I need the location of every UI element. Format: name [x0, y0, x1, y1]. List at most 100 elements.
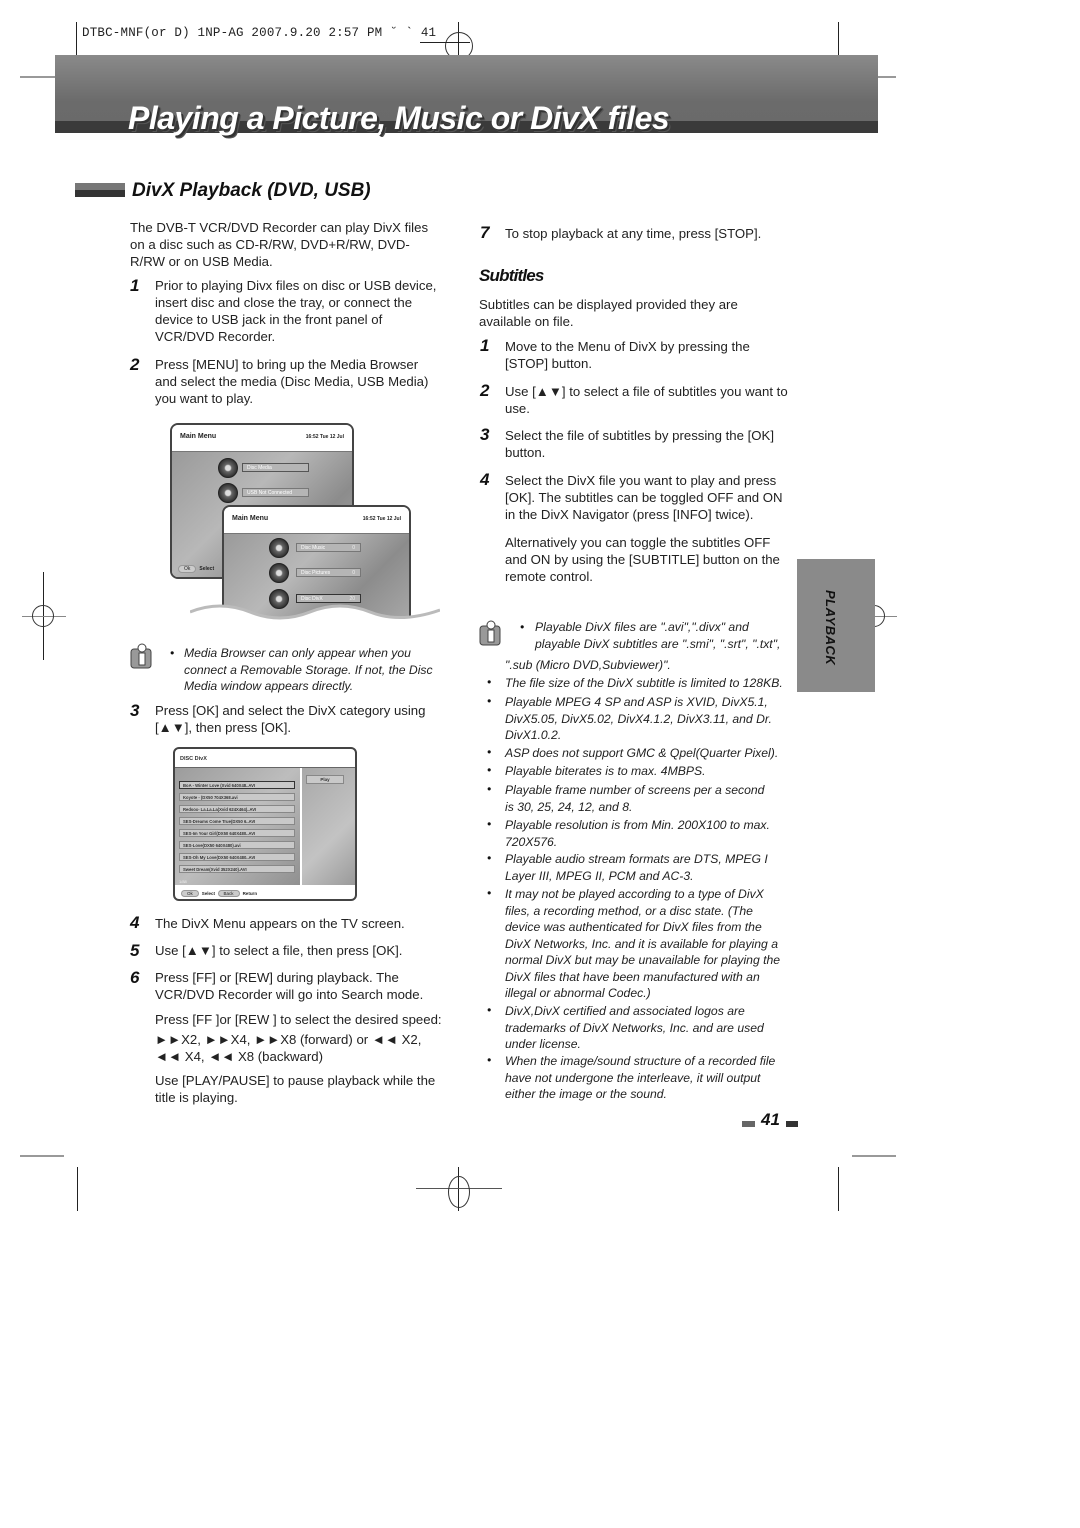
footer-label: Select: [201, 891, 216, 896]
step-number: 3: [480, 425, 490, 444]
note-text: Playable frame number of screens per a s…: [505, 783, 765, 814]
registration-mark-icon: [448, 1176, 470, 1208]
disc-icon: [218, 458, 238, 478]
pictures-icon: [269, 563, 289, 583]
step-text: Press [MENU] to bring up the Media Brows…: [155, 357, 429, 406]
menu-item-disc-music[interactable]: Disc Music 0: [296, 543, 361, 552]
note-text: The file size of the DivX subtitle is li…: [505, 676, 783, 690]
bullet: •: [487, 745, 492, 759]
bullet: •: [487, 782, 492, 796]
step-text: Use [PLAY/PAUSE] to pause playback while…: [155, 1073, 436, 1105]
footer-label: Select: [199, 566, 215, 572]
screen-time: 16:52 Tue 12 Jul: [362, 516, 401, 522]
subsection-intro: Subtitles can be displayed provided they…: [479, 297, 738, 329]
file-item[interactable]: SES-Im Your Girl(DX50 640X480..AVI: [179, 829, 295, 837]
ok-button[interactable]: Ok: [178, 565, 197, 573]
step-number: 1: [480, 336, 490, 355]
crop-mark: [20, 1155, 64, 1157]
back-button[interactable]: Back: [217, 890, 240, 897]
note-text: When the image/sound structure of a reco…: [505, 1054, 776, 1101]
note-text: It may not be played according to a type…: [505, 887, 781, 1000]
alt-text: Alternatively you can toggle the subtitl…: [505, 535, 780, 584]
crop-mark: [838, 1167, 839, 1211]
screen-time: 16:52 Tue 12 Jul: [305, 434, 344, 440]
step-number: 2: [480, 381, 490, 400]
step-text: To stop playback at any time, press [STO…: [505, 226, 762, 241]
registration-mark-icon: [32, 605, 54, 627]
step-number: 4: [130, 913, 140, 932]
info-icon: [130, 643, 152, 669]
footer-label: Return: [242, 891, 258, 896]
file-item[interactable]: BoA - Winter Love (Xvid 640X48..AVI: [179, 781, 295, 789]
bullet: •: [487, 817, 492, 831]
step-text: Move to the Menu of DivX by pressing the…: [505, 339, 750, 371]
section-marker: [75, 183, 125, 197]
note-text: DivX,DivX certified and associated logos…: [505, 1004, 764, 1051]
file-item[interactable]: Redsox- La.La.La(Xvid 624X464)..AVI: [179, 805, 295, 813]
file-item[interactable]: SES-Oh My Love(DX50 640X480..AVI: [179, 853, 295, 861]
torn-edge: [190, 604, 440, 628]
note-text: ".sub (Micro DVD,Subviewer)".: [505, 658, 671, 672]
note-text: Playable audio stream formats are DTS, M…: [505, 852, 768, 883]
note-text: Playable biterates is to max. 4MBPS.: [505, 764, 706, 778]
page-title: Playing a Picture, Music or DivX files: [128, 100, 670, 136]
step-text: Select the DivX file you want to play an…: [505, 473, 783, 522]
bullet: •: [487, 1053, 492, 1067]
step-text: Use [▲▼] to select a file, then press [O…: [155, 943, 403, 958]
slug-underline: [420, 42, 470, 43]
intro-paragraph: The DVB-T VCR/DVD Recorder can play DivX…: [130, 220, 429, 269]
step-number: 5: [130, 941, 140, 960]
file-item[interactable]: Sweet Dream(Xvid 352X240).AVI: [179, 865, 295, 873]
page-indicator: 1/88: [179, 879, 187, 884]
screen-footer: Ok Select Back Return: [181, 890, 257, 897]
menu-item-disc-pictures[interactable]: Disc Pictures 0: [296, 568, 361, 577]
step-text: The DivX Menu appears on the TV screen.: [155, 916, 405, 931]
section-title: DivX Playback (DVD, USB): [132, 180, 371, 201]
menu-item-usb[interactable]: USB Not Connected: [242, 488, 309, 497]
file-item[interactable]: SES-Love(DX50 640X480).avi: [179, 841, 295, 849]
page-number: 41: [761, 1110, 780, 1129]
crop-mark: [77, 1167, 78, 1211]
step-text: Prior to playing Divx files on disc or U…: [155, 278, 437, 344]
bullet: •: [487, 1003, 492, 1017]
bullet: •: [487, 694, 492, 708]
side-tab-label: PLAYBACK: [823, 590, 838, 666]
menu-item-count: 0: [352, 570, 355, 576]
menu-item-label: Disc Pictures: [301, 570, 331, 576]
note-text: Media Browser can only appear when you c…: [184, 646, 433, 693]
step-text: Press [OK] and select the DivX category …: [155, 703, 426, 735]
step-text: Use [▲▼] to select a file of subtitles y…: [505, 384, 788, 416]
menu-item-label: Disc Music: [301, 545, 326, 551]
file-item[interactable]: Koyote - (DX50 704X368.avi: [179, 793, 295, 801]
screen-title: DISC DivX: [180, 756, 207, 762]
step-number: 6: [130, 968, 140, 987]
note-text: Playable resolution is from Min. 200X100…: [505, 818, 770, 849]
menu-item-disc-media[interactable]: Disc Media: [242, 463, 309, 472]
screen-footer: Ok Select: [178, 565, 214, 573]
step-text: Press [FF ]or [REW ] to select the desir…: [155, 1012, 442, 1027]
menu-item-count: 0: [352, 545, 355, 551]
step-text: Select the file of subtitles by pressing…: [505, 428, 775, 460]
screen-title: Main Menu: [232, 515, 269, 522]
bullet: •: [487, 886, 492, 900]
page-number-bar: [786, 1121, 798, 1127]
bullet: •: [520, 620, 525, 634]
step-number: 1: [130, 276, 140, 295]
file-list: BoA - Winter Love (Xvid 640X48..AVI Koyo…: [175, 768, 300, 885]
play-button[interactable]: Play: [306, 775, 344, 784]
step-number: 4: [480, 470, 490, 489]
bullet: •: [170, 646, 175, 660]
info-icon: [479, 620, 501, 646]
bullet: •: [487, 763, 492, 777]
note-text: Playable DivX files are ".avi",".divx" a…: [535, 620, 781, 651]
step-text: Press [FF] or [REW] during playback. The…: [155, 970, 424, 1002]
bullet: •: [487, 675, 492, 689]
ok-button[interactable]: Ok: [181, 890, 199, 897]
note-text: Playable MPEG 4 SP and ASP is XVID, DivX…: [505, 695, 772, 742]
step-text: ►►X2, ►►X4, ►►X8 (forward) or ◄◄ X2, ◄◄ …: [155, 1032, 422, 1064]
crop-mark: [852, 1155, 896, 1157]
note-text: ASP does not support GMC & Qpel(Quarter …: [505, 746, 779, 760]
usb-icon: [218, 483, 238, 503]
step-number: 7: [480, 223, 490, 242]
file-item[interactable]: SES-Dreams Come True(DX50 6..AVI: [179, 817, 295, 825]
